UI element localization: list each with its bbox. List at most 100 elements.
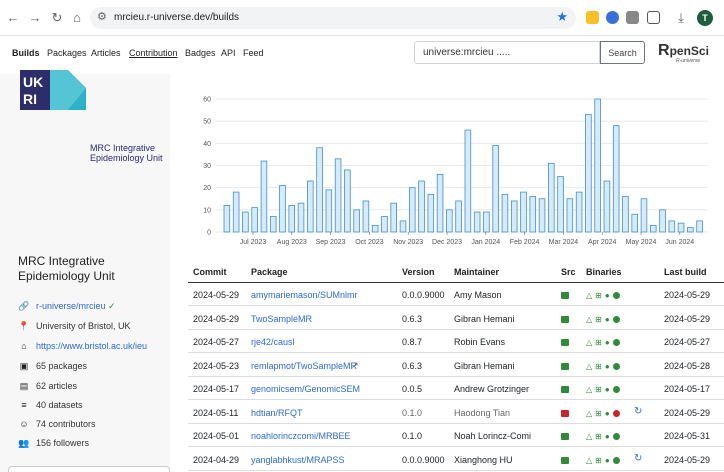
website-link[interactable]: ⌂ https://www.bristol.ac.uk/ieu	[18, 341, 147, 355]
apple-icon[interactable]: ●	[605, 338, 610, 347]
bar[interactable]	[371, 224, 379, 233]
header-version[interactable]: Version	[402, 267, 435, 277]
bar[interactable]	[344, 169, 351, 233]
bar[interactable]	[473, 211, 481, 233]
apple-icon[interactable]: ●	[605, 432, 610, 441]
bar[interactable]	[649, 224, 657, 233]
apple-icon[interactable]: ●	[605, 291, 610, 300]
table-row[interactable]: 2024-05-27 rje42/causl 0.8.7 Robin Evans △ ⊞ ●…	[188, 330, 724, 353]
header-last-build[interactable]: Last build	[664, 267, 707, 277]
nav-feed[interactable]: Feed	[243, 48, 264, 58]
bar[interactable]	[307, 180, 314, 233]
windows-icon[interactable]: ⊞	[595, 456, 602, 465]
bar[interactable]	[390, 202, 397, 233]
bar[interactable]	[399, 220, 407, 233]
profile-avatar[interactable]: T	[697, 10, 713, 26]
bar[interactable]	[659, 209, 666, 233]
home-icon[interactable]: ⌂	[68, 9, 86, 27]
windows-icon[interactable]: ⊞	[595, 315, 602, 324]
bar[interactable]	[594, 98, 601, 233]
package-link[interactable]: yanglabhkust/MRAPSS	[251, 455, 345, 465]
bar[interactable]	[279, 185, 286, 233]
bar[interactable]	[325, 189, 333, 233]
nav-packages[interactable]: Packages	[47, 48, 87, 58]
bar[interactable]	[668, 220, 676, 233]
extension-icon[interactable]	[606, 11, 619, 24]
forward-icon[interactable]: →	[26, 9, 44, 27]
download-icon[interactable]: ⤓	[672, 9, 690, 27]
search-input[interactable]	[414, 41, 600, 64]
bar[interactable]	[510, 200, 518, 233]
bar[interactable]	[297, 202, 305, 233]
bar[interactable]	[269, 216, 277, 233]
linux-icon[interactable]: △	[586, 385, 592, 394]
source-package-icon[interactable]	[561, 361, 569, 371]
webr-icon[interactable]	[612, 292, 620, 300]
bar[interactable]	[353, 209, 360, 233]
apple-icon[interactable]: ●	[605, 409, 610, 418]
bar[interactable]	[251, 207, 258, 233]
bar[interactable]	[696, 220, 703, 233]
package-link[interactable]: genomicsem/GenomicSEM	[251, 384, 360, 394]
webr-icon[interactable]	[612, 339, 620, 347]
bar[interactable]	[483, 211, 490, 233]
webr-icon[interactable]	[612, 456, 620, 464]
bar[interactable]	[687, 227, 694, 233]
bar[interactable]	[408, 187, 416, 233]
apple-icon[interactable]: ●	[605, 362, 610, 371]
package-link[interactable]: rje42/causl	[251, 337, 295, 347]
linux-icon[interactable]: △	[586, 409, 592, 418]
apple-icon[interactable]: ●	[605, 315, 610, 324]
source-package-icon[interactable]	[561, 337, 569, 347]
webr-icon[interactable]	[612, 315, 620, 323]
table-row[interactable]: 2024-05-23 remlapmot/TwoSampleMR ↗ 0.6.3 Gib…	[188, 354, 724, 377]
linux-icon[interactable]: △	[586, 432, 592, 441]
bar[interactable]	[548, 162, 555, 233]
apple-icon[interactable]: ●	[605, 385, 610, 394]
source-package-icon[interactable]	[561, 384, 569, 394]
bar[interactable]	[455, 200, 462, 233]
windows-icon[interactable]: ⊞	[595, 338, 602, 347]
windows-icon[interactable]: ⊞	[595, 385, 602, 394]
bar[interactable]	[223, 205, 231, 233]
header-package[interactable]: Package	[251, 267, 288, 277]
rebuild-icon[interactable]: ↻	[634, 453, 642, 464]
bar[interactable]	[334, 158, 342, 233]
bar[interactable]	[612, 125, 620, 233]
bar[interactable]	[557, 176, 564, 233]
source-package-icon[interactable]	[561, 290, 569, 300]
source-package-icon[interactable]	[561, 408, 569, 418]
bar[interactable]	[492, 145, 499, 233]
bar[interactable]	[381, 216, 388, 233]
external-link-icon[interactable]: ↗	[351, 360, 359, 371]
ropensci-logo[interactable]: RpenSci R-universe	[658, 42, 709, 64]
windows-icon[interactable]: ⊞	[595, 362, 602, 371]
linux-icon[interactable]: △	[586, 456, 592, 465]
extension-icon[interactable]	[586, 11, 599, 24]
nav-contribution[interactable]: Contribution	[129, 48, 178, 58]
bar[interactable]	[436, 173, 444, 233]
bar[interactable]	[427, 193, 435, 233]
source-package-icon[interactable]	[561, 314, 569, 324]
linux-icon[interactable]: △	[586, 315, 592, 324]
nav-articles[interactable]: Articles	[91, 48, 121, 58]
header-src[interactable]: Src	[561, 267, 576, 277]
nav-builds[interactable]: Builds	[12, 48, 40, 58]
linux-icon[interactable]: △	[586, 338, 592, 347]
header-commit[interactable]: Commit	[193, 267, 227, 277]
bar[interactable]	[585, 114, 592, 233]
nav-badges[interactable]: Badges	[185, 48, 216, 58]
bar[interactable]	[464, 129, 472, 233]
source-package-icon[interactable]	[561, 455, 569, 465]
nav-api[interactable]: API	[221, 48, 236, 58]
webr-icon[interactable]	[612, 433, 620, 441]
bar[interactable]	[631, 213, 638, 233]
webr-icon[interactable]	[612, 362, 620, 370]
bar[interactable]	[418, 180, 425, 233]
rebuild-icon[interactable]: ↻	[634, 406, 642, 417]
table-row[interactable]: 2024-05-11 hdtian/RFQT 0.1.0 Haodong Tian △ ⊞…	[188, 401, 724, 424]
bar[interactable]	[316, 147, 323, 233]
back-icon[interactable]: ←	[4, 9, 22, 27]
package-link[interactable]: hdtian/RFQT	[251, 408, 303, 418]
packages-count[interactable]: ▣ 65 packages	[18, 361, 87, 375]
